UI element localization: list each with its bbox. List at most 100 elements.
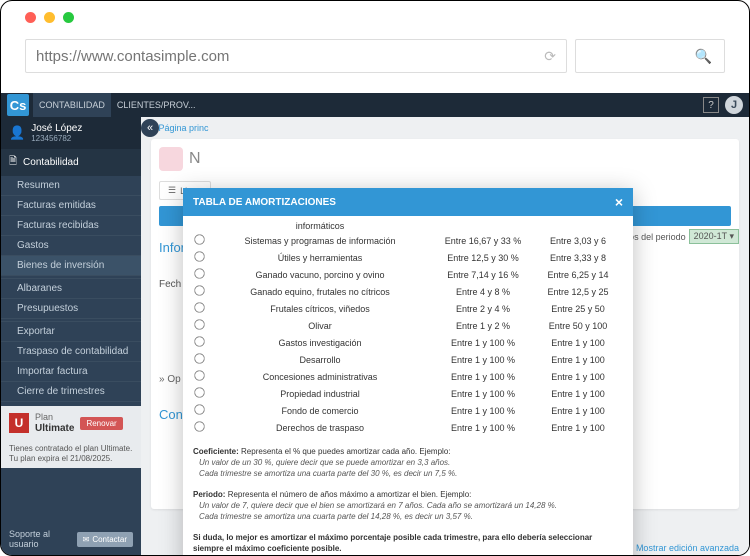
table-row: Derechos de traspasoEntre 1 y 100 %Entre… — [193, 419, 623, 436]
amortization-modal: TABLA DE AMORTIZACIONES × informáticos S… — [183, 188, 633, 556]
row-coef: Entre 2 y 4 % — [433, 304, 533, 314]
browser-search[interactable]: 🔍 — [575, 39, 725, 73]
period-example-1: Un valor de 7, quiere decir que el bien … — [193, 500, 623, 511]
table-row: Sistemas y programas de informaciónEntre… — [193, 232, 623, 249]
sidebar-item-resumen[interactable]: Resumen — [1, 176, 141, 196]
collapse-sidebar-icon[interactable]: « — [141, 119, 159, 137]
user-avatar[interactable]: J — [725, 96, 743, 114]
row-radio[interactable] — [194, 285, 204, 295]
coef-example-2: Cada trimestre se amortiza una cuarta pa… — [193, 468, 623, 479]
app-top-nav: Cs CONTABILIDAD CLIENTES/PROV... ? J — [1, 93, 749, 117]
coef-example-1: Un valor de un 30 %, quiere decir que se… — [193, 457, 623, 468]
sidebar-item-importar[interactable]: Importar factura — [1, 362, 141, 382]
row-name: Fondo de comercio — [207, 406, 433, 416]
row-name: Concesiones administrativas — [207, 372, 433, 382]
amortization-table: informáticos Sistemas y programas de inf… — [193, 220, 623, 436]
row-name: Olivar — [207, 321, 433, 331]
row-period: Entre 1 y 100 — [533, 423, 623, 433]
row-radio[interactable] — [194, 268, 204, 278]
sidebar-section-header[interactable]: 🗎 Contabilidad — [1, 149, 141, 176]
row-radio[interactable] — [194, 319, 204, 329]
row-coef: Entre 7,14 y 16 % — [433, 270, 533, 280]
sidebar-item-facturas-recibidas[interactable]: Facturas recibidas — [1, 216, 141, 236]
user-id: 123456782 — [31, 134, 82, 143]
period-help-text: Representa el número de años máximo a am… — [228, 490, 472, 499]
close-dot[interactable] — [25, 12, 36, 23]
row-coef: Entre 12,5 y 30 % — [433, 253, 533, 263]
search-icon: 🔍 — [695, 48, 712, 65]
row-radio[interactable] — [194, 234, 204, 244]
table-row: Ganado vacuno, porcino y ovinoEntre 7,14… — [193, 266, 623, 283]
row-period: Entre 6,25 y 14 — [533, 270, 623, 280]
refresh-icon[interactable]: ⟳ — [544, 48, 556, 65]
row-radio[interactable] — [194, 302, 204, 312]
row-period: Entre 1 y 100 — [533, 389, 623, 399]
sidebar-item-albaranes[interactable]: Albaranes — [1, 279, 141, 299]
user-icon: 👤 — [9, 125, 25, 141]
row-radio[interactable] — [194, 336, 204, 346]
row-radio[interactable] — [194, 421, 204, 431]
sidebar-user[interactable]: 👤 José López 123456782 — [1, 117, 141, 149]
row-radio[interactable] — [194, 404, 204, 414]
row-period: Entre 1 y 100 — [533, 338, 623, 348]
sidebar-item-bienes-inversion[interactable]: Bienes de inversión — [1, 256, 141, 276]
sidebar-item-facturas-emitidas[interactable]: Facturas emitidas — [1, 196, 141, 216]
period-dropdown[interactable]: 2020-1T ▾ — [689, 229, 739, 244]
table-row: Frutales cítricos, viñedosEntre 2 y 4 %E… — [193, 300, 623, 317]
table-row: DesarrolloEntre 1 y 100 %Entre 1 y 100 — [193, 351, 623, 368]
url-bar[interactable]: ⟳ — [25, 39, 567, 73]
row-radio[interactable] — [194, 370, 204, 380]
table-row: Fondo de comercioEntre 1 y 100 %Entre 1 … — [193, 402, 623, 419]
row-period: Entre 3,03 y 6 — [533, 236, 623, 246]
table-truncated-label: informáticos — [207, 221, 433, 231]
row-coef: Entre 1 y 100 % — [433, 389, 533, 399]
row-radio[interactable] — [194, 353, 204, 363]
row-name: Útiles y herramientas — [207, 253, 433, 263]
support-block: Soporte al usuario ✉ Contactar — [1, 521, 141, 556]
row-coef: Entre 1 y 100 % — [433, 406, 533, 416]
sidebar-item-exportar[interactable]: Exportar — [1, 322, 141, 342]
nav-tab-clientes[interactable]: CLIENTES/PROV... — [111, 93, 202, 117]
contact-button[interactable]: ✉ Contactar — [77, 532, 133, 547]
plan-name: Ultimate — [35, 423, 74, 434]
modal-header: TABLA DE AMORTIZACIONES × — [183, 188, 633, 216]
plan-box: U Plan Ultimate Renovar — [1, 406, 141, 440]
maximize-dot[interactable] — [63, 12, 74, 23]
row-radio[interactable] — [194, 387, 204, 397]
sidebar-item-cierre[interactable]: Cierre de trimestres — [1, 382, 141, 402]
help-icon[interactable]: ? — [703, 97, 719, 113]
url-input[interactable] — [36, 48, 544, 65]
coef-help-text: Representa el % que puedes amortizar cad… — [241, 447, 450, 456]
modal-title: TABLA DE AMORTIZACIONES — [193, 197, 336, 208]
row-period: Entre 3,33 y 8 — [533, 253, 623, 263]
app-logo[interactable]: Cs — [7, 94, 29, 116]
sidebar-item-traspaso[interactable]: Traspaso de contabilidad — [1, 342, 141, 362]
period-label: Periodo: — [193, 490, 225, 499]
card-title: N — [189, 150, 201, 168]
breadcrumb[interactable]: « Página princ — [141, 117, 749, 139]
close-icon[interactable]: × — [615, 194, 623, 210]
sidebar-item-gastos[interactable]: Gastos — [1, 236, 141, 256]
table-row: Gastos investigaciónEntre 1 y 100 %Entre… — [193, 334, 623, 351]
table-row: Ganado equino, frutales no cítricosEntre… — [193, 283, 623, 300]
row-coef: Entre 1 y 100 % — [433, 372, 533, 382]
row-coef: Entre 1 y 100 % — [433, 423, 533, 433]
sidebar-item-presupuestos[interactable]: Presupuestos — [1, 299, 141, 319]
row-period: Entre 50 y 100 — [533, 321, 623, 331]
list-icon: ☰ — [168, 185, 176, 196]
doc-icon: 🗎 — [9, 154, 17, 171]
row-name: Frutales cítricos, viñedos — [207, 304, 433, 314]
row-coef: Entre 1 y 100 % — [433, 355, 533, 365]
row-radio[interactable] — [194, 251, 204, 261]
mail-icon: ✉ — [83, 535, 90, 544]
card-icon — [159, 147, 183, 171]
nav-tab-contabilidad[interactable]: CONTABILIDAD — [33, 93, 111, 117]
row-coef: Entre 4 y 8 % — [433, 287, 533, 297]
renew-button[interactable]: Renovar — [80, 417, 122, 430]
coef-label: Coeficiente: — [193, 447, 239, 456]
row-period: Entre 1 y 100 — [533, 355, 623, 365]
plan-note: Tienes contratado el plan Ultimate. Tu p… — [1, 440, 141, 468]
table-row: Propiedad industrialEntre 1 y 100 %Entre… — [193, 385, 623, 402]
advanced-edition-link[interactable]: ⌄ Mostrar edición avanzada — [625, 538, 739, 556]
minimize-dot[interactable] — [44, 12, 55, 23]
